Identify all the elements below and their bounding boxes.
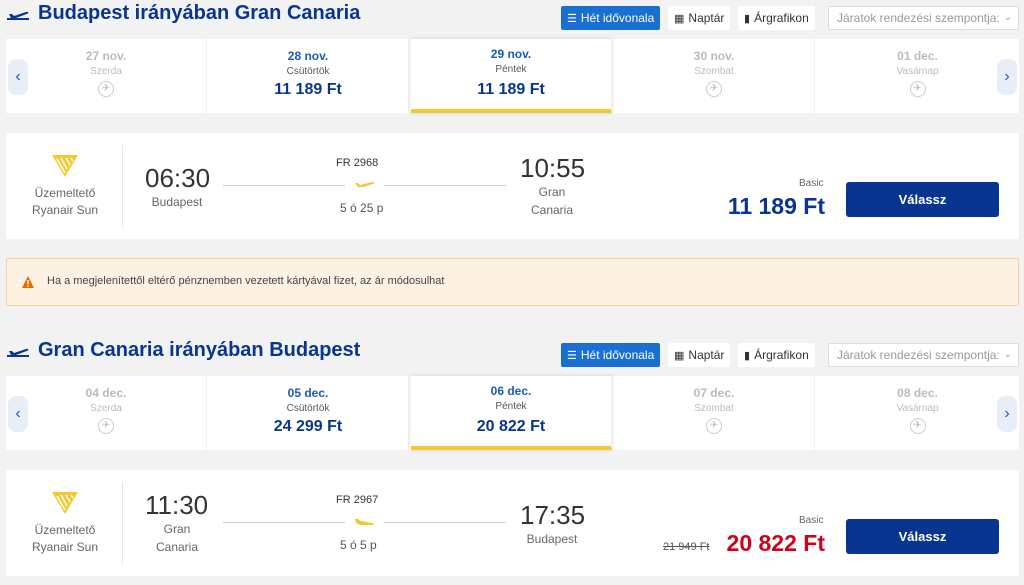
date-cell-selected[interactable]: 06 dec. Péntek 20 822 Ft (411, 376, 612, 450)
chevron-down-icon: ⌄ (1003, 12, 1012, 23)
list-icon: ☰ (567, 13, 577, 25)
route-line (384, 185, 506, 186)
page-title: Budapest irányában Gran Canaria (38, 2, 361, 24)
select-flight-button[interactable]: Válassz (846, 182, 999, 217)
arrival-time: 10:55 (520, 153, 586, 183)
arrival-city: Gran Canaria (530, 185, 574, 217)
prev-dates-button[interactable]: ‹ (8, 59, 28, 95)
arrival-city: Budapest (526, 532, 578, 546)
no-flight-icon: ✈ (909, 81, 926, 97)
select-flight-button[interactable]: Válassz (846, 519, 999, 554)
date-strip: ‹ 04 dec. Szerda ✈ 05 dec. Csütörtök 24 … (6, 376, 1019, 450)
price-chart-button[interactable]: ▮ Árgrafikon (738, 343, 815, 367)
departure-time: 06:30 (145, 163, 211, 193)
flight-card: Üzemeltető Ryanair Sun 11:30 Gran Canari… (6, 470, 1019, 576)
date-strip: ‹ 27 nov. Szerda ✈ 28 nov. Csütörtök 11 … (6, 39, 1019, 113)
date-cell: 30 nov. Szombat ✈ (614, 39, 815, 113)
no-flight-icon: ✈ (909, 418, 926, 434)
flight-card: Üzemeltető Ryanair Sun 06:30 Budapest FR… (6, 133, 1019, 239)
bar-chart-icon: ▮ (744, 13, 751, 25)
no-flight-icon: ✈ (98, 418, 114, 434)
calendar-button[interactable]: ▦ Naptár (668, 343, 731, 367)
date-cell-selected[interactable]: 29 nov. Péntek 11 189 Ft (411, 39, 612, 113)
currency-warning: Ha a megjelenítettől eltérő pénznemben v… (6, 258, 1019, 306)
duration: 5 ó 25 p (340, 201, 384, 215)
duration: 5 ó 5 p (340, 538, 377, 552)
operator: Üzemeltető Ryanair Sun (31, 186, 99, 217)
ryanair-harp-logo (52, 155, 78, 177)
flight-number: FR 2968 (336, 157, 379, 169)
sort-select[interactable]: Járatok rendezési szempontja: ⌄ (828, 6, 1019, 30)
list-icon: ☰ (567, 350, 577, 362)
plane-landing-icon (355, 519, 374, 525)
no-flight-icon: ✈ (706, 81, 722, 97)
warning-triangle-icon (22, 276, 34, 288)
calendar-icon: ▦ (674, 13, 685, 25)
departure-time: 11:30 (145, 490, 209, 520)
date-cell: 07 dec. Szombat ✈ (614, 376, 815, 450)
date-cell: 08 dec. Vasárnap ✈ (817, 376, 1018, 450)
original-price: 21 949 Ft (663, 541, 710, 553)
route-line (223, 185, 345, 186)
plane-icon (355, 181, 375, 187)
next-dates-button[interactable]: › (997, 396, 1017, 432)
fare-price: 20 822 Ft (726, 530, 825, 556)
fare-price: 11 189 Ft (727, 193, 825, 219)
departure-city: Gran Canaria (155, 522, 199, 554)
sort-select[interactable]: Járatok rendezési szempontja: ⌄ (828, 343, 1019, 367)
price-chart-button[interactable]: ▮ Árgrafikon (738, 6, 815, 30)
flight-number: FR 2967 (336, 494, 379, 506)
chevron-down-icon: ⌄ (1003, 349, 1012, 360)
date-cell[interactable]: 05 dec. Csütörtök 24 299 Ft (208, 376, 409, 450)
route-line (223, 522, 345, 523)
ryanair-harp-logo (52, 492, 78, 514)
calendar-button[interactable]: ▦ Naptár (668, 6, 731, 30)
calendar-icon: ▦ (674, 350, 685, 362)
divider (122, 145, 123, 227)
no-flight-icon: ✈ (706, 418, 722, 434)
departure-city: Budapest (151, 195, 203, 209)
date-cell[interactable]: 28 nov. Csütörtök 11 189 Ft (208, 39, 409, 113)
warning-text: Ha a megjelenítettől eltérő pénznemben v… (47, 275, 445, 287)
date-cell: 04 dec. Szerda ✈ (6, 376, 207, 450)
date-cell: 01 dec. Vasárnap ✈ (817, 39, 1018, 113)
date-cell: 27 nov. Szerda ✈ (6, 39, 207, 113)
route-line (384, 522, 506, 523)
week-timeline-button[interactable]: ☰ Hét idővonala (561, 6, 661, 30)
prev-dates-button[interactable]: ‹ (8, 396, 28, 432)
plane-takeoff-icon (7, 348, 29, 357)
outbound-header: Budapest irányában Gran Canaria ☰ Hét idő… (0, 0, 1024, 30)
inbound-header: Gran Canaria irányában Budapest ☰ Hét idő… (0, 337, 1024, 367)
plane-takeoff-icon (7, 11, 29, 20)
fare-type: Basic (799, 178, 824, 189)
fare-type: Basic (799, 515, 824, 526)
no-flight-icon: ✈ (98, 81, 114, 97)
arrival-time: 17:35 (520, 500, 586, 530)
next-dates-button[interactable]: › (997, 59, 1017, 95)
divider (122, 482, 123, 564)
week-timeline-button[interactable]: ☰ Hét idővonala (561, 343, 661, 367)
operator: Üzemeltető Ryanair Sun (31, 523, 99, 554)
bar-chart-icon: ▮ (744, 350, 751, 362)
page-title: Gran Canaria irányában Budapest (38, 339, 361, 361)
